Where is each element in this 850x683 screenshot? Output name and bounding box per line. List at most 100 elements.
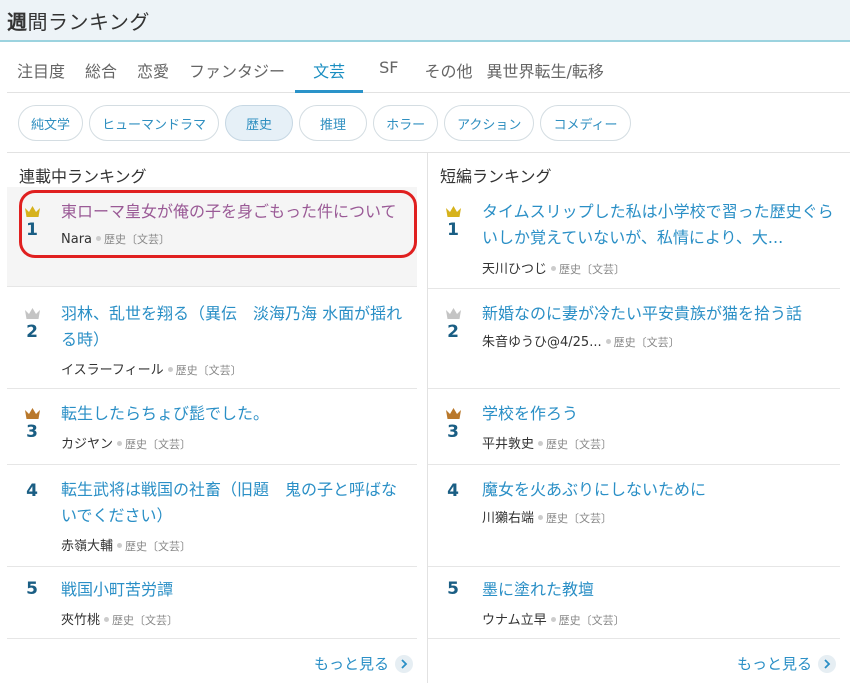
work-meta: カジヤン歴史〔文芸〕 [61, 433, 191, 452]
work-title-link[interactable]: 魔女を火あぶりにしないために [482, 477, 834, 503]
tab-sf[interactable]: SF [363, 44, 414, 92]
rank-number: 5 [438, 579, 468, 599]
tab-literature[interactable]: 文芸 [295, 44, 363, 92]
author-link[interactable]: 赤嶺大輔 [61, 539, 113, 554]
rank-badge: 5 [17, 579, 47, 599]
author-link[interactable]: カジヤン [61, 437, 113, 452]
tab-romance[interactable]: 恋愛 [127, 44, 179, 92]
pill-human-drama[interactable]: ヒューマンドラマ [89, 105, 219, 141]
work-meta: 朱音ゆうひ@4/25... 歴史〔文芸〕 [482, 331, 680, 350]
work-meta: 川獺右端歴史〔文芸〕 [482, 507, 612, 526]
work-meta: 平井敦史歴史〔文芸〕 [482, 433, 612, 452]
rank-number: 1 [438, 220, 468, 240]
more-label: もっと見る [737, 653, 812, 674]
author-link[interactable]: Nara [61, 232, 92, 247]
ranking-entry: 2 新婚なのに妻が冷たい平安貴族が猫を拾う話 朱音ゆうひ@4/25... 歴史〔文… [428, 289, 840, 389]
tab-attention[interactable]: 注目度 [7, 44, 75, 92]
genre-label: 歴史〔文芸〕 [614, 336, 680, 349]
serial-ranking: 連載中ランキング 1 東ローマ皇女が俺の子を身ごもった件について Nara歴史〔… [7, 153, 417, 187]
gold-crown-icon [24, 205, 41, 218]
chevron-right-icon [395, 655, 413, 673]
work-title-link[interactable]: 転生武将は戦国の社畜（旧題 鬼の子と呼ばないでください） [61, 477, 411, 529]
silver-crown-icon [445, 307, 462, 320]
sub-genre-filter: 純文学 ヒューマンドラマ 歴史 推理 ホラー アクション コメディー [18, 105, 631, 141]
author-link[interactable]: 朱音ゆうひ@4/25... [482, 335, 602, 350]
pill-comedy[interactable]: コメディー [540, 105, 630, 141]
ranking-entry: 5 戦国小町苦労譚 夾竹桃歴史〔文芸〕 [7, 567, 417, 639]
rank-badge: 1 [17, 205, 47, 240]
work-title-link[interactable]: 新婚なのに妻が冷たい平安貴族が猫を拾う話 [482, 301, 834, 327]
rank-badge: 4 [438, 481, 468, 501]
pill-mystery[interactable]: 推理 [299, 105, 367, 141]
work-title-link[interactable]: 学校を作ろう [482, 401, 834, 427]
page-title: 週間ランキング [7, 10, 150, 34]
work-title-link[interactable]: 東ローマ皇女が俺の子を身ごもった件について [61, 199, 411, 225]
rank-badge: 2 [17, 307, 47, 342]
pill-pure-literature[interactable]: 純文学 [18, 105, 83, 141]
rank-number: 4 [17, 481, 47, 501]
author-link[interactable]: イスラーフィール [61, 363, 164, 378]
ranking-entry: 3 転生したらちょび髭でした。 カジヤン歴史〔文芸〕 [7, 389, 417, 465]
chevron-right-icon [818, 655, 836, 673]
work-meta: ウナム立早歴史〔文芸〕 [482, 609, 625, 628]
more-label: もっと見る [314, 653, 389, 674]
rank-badge: 3 [17, 407, 47, 442]
ranking-entry: 1 東ローマ皇女が俺の子を身ごもった件について Nara 歴史〔文芸〕 [7, 187, 417, 287]
rank-number: 5 [17, 579, 47, 599]
work-title-link[interactable]: タイムスリップした私は小学校で習った歴史ぐらいしか覚えていないが、私情により、大… [482, 199, 834, 251]
ranking-entry: 4 転生武将は戦国の社畜（旧題 鬼の子と呼ばないでください） 赤嶺大輔歴史〔文芸… [7, 465, 417, 567]
genre-label: 歴史〔文芸〕 [559, 263, 625, 276]
author-link[interactable]: 平井敦史 [482, 437, 534, 452]
tab-overall[interactable]: 総合 [75, 44, 127, 92]
author-link[interactable]: 夾竹桃 [61, 613, 100, 628]
pill-horror[interactable]: ホラー [373, 105, 438, 141]
genre-label: 歴史〔文芸〕 [546, 512, 612, 525]
short-ranking-title: 短編ランキング [428, 153, 840, 187]
genre-label: 歴史〔文芸〕 [104, 233, 170, 246]
silver-crown-icon [24, 307, 41, 320]
gold-crown-icon [445, 205, 462, 218]
bronze-crown-icon [445, 407, 462, 420]
genre-label: 歴史〔文芸〕 [176, 364, 242, 377]
work-title-link[interactable]: 転生したらちょび髭でした。 [61, 401, 411, 427]
page-title-rest: 間ランキング [28, 10, 150, 34]
genre-label: 歴史〔文芸〕 [125, 540, 191, 553]
rank-number: 1 [17, 220, 47, 240]
genre-label: 歴史〔文芸〕 [559, 614, 625, 627]
serial-ranking-title: 連載中ランキング [7, 153, 417, 187]
work-meta: 夾竹桃歴史〔文芸〕 [61, 609, 178, 628]
more-short-link[interactable]: もっと見る [737, 653, 836, 674]
ranking-entry: 5 墨に塗れた教壇 ウナム立早歴史〔文芸〕 [428, 567, 840, 639]
genre-label: 歴史〔文芸〕 [125, 438, 191, 451]
genre-tab-bar: 注目度 総合 恋愛 ファンタジー 文芸 SF その他 異世界転生/転移 [7, 44, 850, 93]
rank-badge: 5 [438, 579, 468, 599]
ranking-entry: 1 タイムスリップした私は小学校で習った歴史ぐらいしか覚えていないが、私情により… [428, 187, 840, 289]
rank-number: 3 [17, 422, 47, 442]
work-meta: 赤嶺大輔歴史〔文芸〕 [61, 535, 191, 554]
author-link[interactable]: ウナム立早 [482, 613, 547, 628]
work-title-link[interactable]: 墨に塗れた教壇 [482, 577, 834, 603]
author-link[interactable]: 川獺右端 [482, 511, 534, 526]
author-link[interactable]: 天川ひつじ [482, 262, 547, 277]
page-title-emphasis: 週 [7, 10, 28, 34]
ranking-entry: 4 魔女を火あぶりにしないために 川獺右端歴史〔文芸〕 [428, 465, 840, 567]
rank-number: 3 [438, 422, 468, 442]
rank-number: 4 [438, 481, 468, 501]
ranking-entry: 3 学校を作ろう 平井敦史歴史〔文芸〕 [428, 389, 840, 465]
work-title-link[interactable]: 戦国小町苦労譚 [61, 577, 411, 603]
pill-history[interactable]: 歴史 [225, 105, 293, 141]
ranking-header: 週間ランキング [0, 0, 850, 42]
tab-other[interactable]: その他 [414, 44, 482, 92]
more-serial-link[interactable]: もっと見る [314, 653, 413, 674]
rank-number: 2 [438, 322, 468, 342]
rank-badge: 3 [438, 407, 468, 442]
work-meta: イスラーフィール歴史〔文芸〕 [61, 359, 242, 378]
work-meta: 天川ひつじ歴史〔文芸〕 [482, 258, 625, 277]
work-title-link[interactable]: 羽林、乱世を翔る（異伝 淡海乃海 水面が揺れる時） [61, 301, 411, 353]
rank-badge: 2 [438, 307, 468, 342]
ranking-entry: 2 羽林、乱世を翔る（異伝 淡海乃海 水面が揺れる時） イスラーフィール歴史〔文… [7, 287, 417, 389]
tab-isekai[interactable]: 異世界転生/転移 [482, 44, 613, 92]
pill-action[interactable]: アクション [444, 105, 534, 141]
rank-badge: 4 [17, 481, 47, 501]
tab-fantasy[interactable]: ファンタジー [179, 44, 295, 92]
